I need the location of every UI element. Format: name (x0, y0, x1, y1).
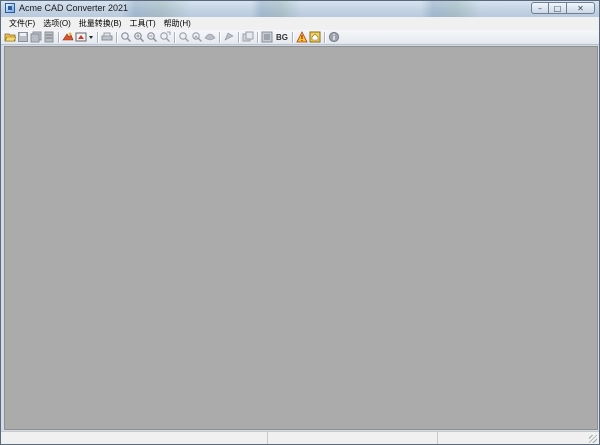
zoom-window-icon[interactable] (178, 31, 190, 43)
maximize-button[interactable]: □ (549, 2, 567, 14)
copy-icon[interactable] (242, 31, 254, 43)
menu-tools[interactable]: 工具(T) (125, 18, 159, 29)
window-title: Acme CAD Converter 2021 (19, 3, 129, 13)
minimize-button[interactable]: – (531, 2, 549, 14)
title-bar[interactable]: Acme CAD Converter 2021 – □ ✕ (1, 1, 599, 17)
info-icon[interactable] (328, 31, 340, 43)
status-panel-right (438, 432, 588, 444)
menu-options[interactable]: 选项(O) (39, 18, 75, 29)
zoom-in-icon[interactable] (133, 31, 145, 43)
drawing-workspace[interactable] (4, 46, 598, 430)
menu-bar: 文件(F) 选项(O) 批量转换(B) 工具(T) 帮助(H) (1, 17, 599, 30)
status-bar (1, 431, 599, 444)
close-button[interactable]: ✕ (567, 2, 595, 14)
status-panel-left (1, 432, 268, 444)
toolbar-separator (257, 31, 259, 43)
pan-icon[interactable] (204, 31, 216, 43)
zoom-realtime-icon[interactable] (191, 31, 203, 43)
app-logo-icon[interactable] (5, 3, 15, 13)
toolbar-separator (116, 31, 118, 43)
convert-icon[interactable] (62, 31, 74, 43)
batch-save-icon[interactable] (43, 31, 55, 43)
toolbar-separator (219, 31, 221, 43)
menu-batch-convert[interactable]: 批量转换(B) (75, 18, 126, 29)
toolbar-separator (58, 31, 60, 43)
menu-help[interactable]: 帮助(H) (160, 18, 195, 29)
menu-file[interactable]: 文件(F) (1, 18, 39, 29)
warning-icon[interactable] (296, 31, 308, 43)
open-folder-icon[interactable] (4, 31, 16, 43)
bg-button[interactable]: BG (276, 33, 288, 42)
print-icon[interactable] (101, 31, 113, 43)
toolbar-separator (97, 31, 99, 43)
resize-grip-icon[interactable] (589, 435, 597, 443)
toolbar-separator (174, 31, 176, 43)
save-icon[interactable] (17, 31, 29, 43)
layers-icon[interactable] (223, 31, 235, 43)
save-all-icon[interactable] (30, 31, 42, 43)
toolbar-separator (238, 31, 240, 43)
status-panel-middle (268, 432, 438, 444)
toolbar: BG (1, 30, 599, 45)
export-icon[interactable] (75, 31, 87, 43)
home-icon[interactable] (309, 31, 321, 43)
toolbar-separator (292, 31, 294, 43)
zoom-icon[interactable] (120, 31, 132, 43)
app-window: Acme CAD Converter 2021 – □ ✕ 文件(F) 选项(O… (0, 0, 600, 445)
zoom-extents-icon[interactable] (159, 31, 171, 43)
bg-icon[interactable] (261, 31, 273, 43)
dropdown-arrow-icon[interactable] (88, 31, 94, 43)
toolbar-separator (324, 31, 326, 43)
zoom-out-icon[interactable] (146, 31, 158, 43)
window-controls: – □ ✕ (531, 2, 595, 14)
